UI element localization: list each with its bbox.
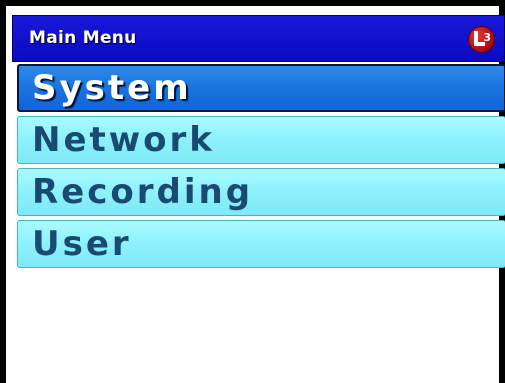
- menu-item-label: User: [32, 224, 132, 264]
- menu-item-network[interactable]: Network: [17, 116, 505, 164]
- device-screen: Main Menu 3 System Network Recording Use…: [0, 0, 505, 383]
- l3-logo-icon: 3: [468, 26, 495, 53]
- menu-item-user[interactable]: User: [17, 220, 505, 268]
- menu-item-system[interactable]: System: [17, 64, 505, 112]
- menu-item-label: Network: [32, 120, 215, 160]
- title-bar: Main Menu 3: [12, 15, 505, 62]
- menu-item-recording[interactable]: Recording: [17, 168, 505, 216]
- menu-item-label: System: [32, 68, 192, 108]
- menu-item-label: Recording: [32, 172, 254, 212]
- page-title: Main Menu: [29, 28, 137, 48]
- main-menu: System Network Recording User: [17, 64, 505, 272]
